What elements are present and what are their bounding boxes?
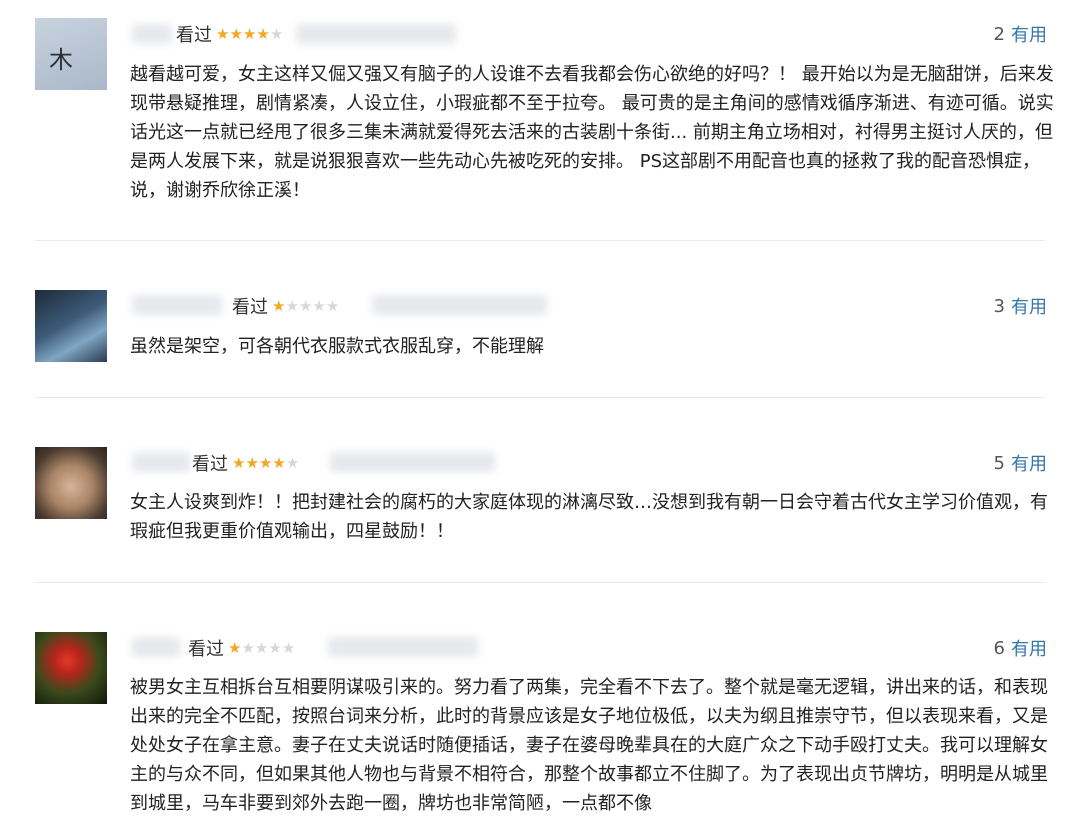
review-meta: 看过 ★ ★ ★ ★ ★ [188, 633, 295, 663]
divider [35, 582, 1045, 583]
useful-button[interactable]: 有用 [1011, 293, 1047, 319]
username-redacted [132, 452, 190, 472]
divider [35, 397, 1045, 398]
useful-count: 5 [993, 452, 1005, 474]
star-filled-icon: ★ [229, 24, 243, 43]
review-meta: 看过 ★ ★ ★ ★ ★ [176, 19, 283, 49]
review-text: 虽然是架空，可各朝代衣服款式衣服乱穿，不能理解 [130, 336, 544, 357]
star-filled-icon: ★ [216, 24, 230, 43]
username-redacted [132, 637, 180, 657]
review-text: 女主人设爽到炸！！把封建社会的腐朽的大家庭体现的淋漓尽致…没想到我有朝一日会守着… [130, 492, 1048, 542]
date-redacted [372, 295, 547, 315]
useful-count: 6 [993, 637, 1005, 659]
review-text: 被男女主互相拆台互相要阴谋吸引来的。努力看了两集，完全看不下去了。整个就是毫无逻… [130, 677, 1048, 814]
watched-label: 看过 [232, 297, 268, 318]
useful-button[interactable]: 有用 [1011, 450, 1047, 476]
useful-count: 3 [993, 295, 1005, 317]
useful-vote: 6 有用 [994, 633, 1047, 663]
review-meta: 看过 ★ ★ ★ ★ ★ [192, 448, 299, 478]
star-empty-icon: ★ [254, 638, 269, 657]
useful-button[interactable]: 有用 [1011, 21, 1047, 47]
star-filled-icon: ★ [256, 24, 270, 43]
user-avatar[interactable] [35, 290, 107, 362]
rating-stars: ★ ★ ★ ★ ★ [216, 24, 284, 43]
star-filled-icon: ★ [245, 453, 259, 472]
date-redacted [296, 24, 456, 44]
star-filled-icon: ★ [232, 453, 246, 472]
watched-label: 看过 [188, 639, 224, 660]
user-avatar[interactable] [35, 447, 107, 519]
username-redacted [132, 295, 222, 315]
user-avatar[interactable] [35, 632, 107, 704]
star-filled-icon: ★ [258, 453, 273, 472]
star-empty-icon: ★ [285, 296, 299, 315]
username-redacted [132, 24, 172, 44]
star-filled-icon: ★ [272, 296, 286, 315]
date-redacted [330, 452, 495, 472]
star-filled-icon: ★ [242, 24, 257, 43]
user-avatar[interactable]: 木 [35, 18, 107, 90]
date-redacted [328, 637, 478, 657]
divider [35, 240, 1045, 241]
star-empty-icon: ★ [269, 24, 284, 43]
rating-stars: ★ ★ ★ ★ ★ [272, 296, 340, 315]
review-text: 越看越可爱，女主这样又倔又强又有脑子的人设谁不去看我都会伤心欲绝的好吗？！ 最开… [130, 64, 1054, 201]
rating-stars: ★ ★ ★ ★ ★ [228, 638, 296, 657]
useful-vote: 2 有用 [994, 19, 1047, 49]
star-empty-icon: ★ [312, 296, 326, 315]
star-filled-icon: ★ [272, 453, 286, 472]
useful-count: 2 [993, 23, 1005, 45]
star-empty-icon: ★ [298, 296, 313, 315]
watched-label: 看过 [176, 25, 212, 46]
star-filled-icon: ★ [228, 638, 242, 657]
star-empty-icon: ★ [268, 638, 282, 657]
useful-button[interactable]: 有用 [1011, 635, 1047, 661]
star-empty-icon: ★ [281, 638, 296, 657]
rating-stars: ★ ★ ★ ★ ★ [232, 453, 300, 472]
star-empty-icon: ★ [241, 638, 255, 657]
useful-vote: 3 有用 [994, 291, 1047, 321]
watched-label: 看过 [192, 454, 228, 475]
review-meta: 看过 ★ ★ ★ ★ ★ [232, 291, 339, 321]
useful-vote: 5 有用 [994, 448, 1047, 478]
avatar-calligraphy: 木 [49, 46, 73, 74]
star-empty-icon: ★ [325, 296, 340, 315]
star-empty-icon: ★ [285, 453, 300, 472]
